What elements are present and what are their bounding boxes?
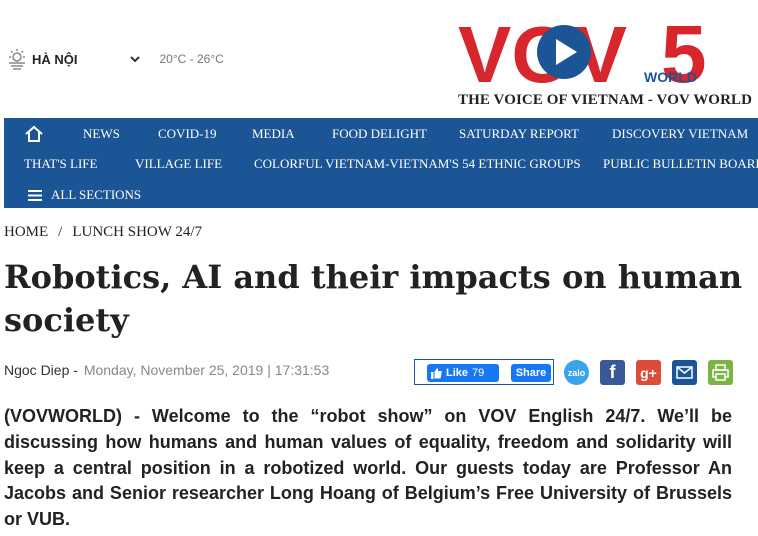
print-icon[interactable] xyxy=(708,360,733,385)
google-label: g+ xyxy=(640,364,657,381)
printer-icon xyxy=(712,364,729,381)
facebook-share-icon[interactable]: f xyxy=(600,360,625,385)
like-count: 79 xyxy=(472,367,485,379)
main-navigation: NEWS COVID-19 MEDIA FOOD DELIGHT SATURDA… xyxy=(4,118,758,208)
facebook-share-button[interactable]: Share xyxy=(511,364,551,382)
breadcrumb: HOME / LUNCH SHOW 24/7 xyxy=(4,224,202,241)
nav-item-discovery-vietnam[interactable]: DISCOVERY VIETNAM xyxy=(612,126,748,142)
nav-item-covid[interactable]: COVID-19 xyxy=(158,126,217,142)
nav-item-food-delight[interactable]: FOOD DELIGHT xyxy=(332,126,427,142)
sun-cloud-icon xyxy=(9,49,25,70)
zalo-label: zalo xyxy=(567,367,586,378)
zalo-share-icon[interactable]: zalo xyxy=(564,360,589,385)
breadcrumb-home[interactable]: HOME xyxy=(4,224,48,240)
nav-item-media[interactable]: MEDIA xyxy=(252,126,295,142)
thumbs-up-icon xyxy=(431,367,442,379)
facebook-label: f xyxy=(609,362,616,382)
article-lead: (VOVWORLD) - Welcome to the “robot show”… xyxy=(4,406,732,530)
weather-temperature: 20°C - 26°C xyxy=(159,52,224,66)
weather-city: HÀ NỘI xyxy=(32,51,78,67)
nav-item-saturday-report[interactable]: SATURDAY REPORT xyxy=(459,126,579,142)
logo-sub: WORLD xyxy=(644,69,697,85)
like-label: Like xyxy=(446,367,469,379)
breadcrumb-separator: / xyxy=(58,224,63,240)
all-sections-button[interactable]: ALL SECTIONS xyxy=(51,187,141,203)
article-date: Monday, November 25, 2019 | 17:31:53 xyxy=(83,362,330,378)
home-icon[interactable] xyxy=(24,124,44,144)
google-plus-share-icon[interactable]: g+ xyxy=(636,360,661,385)
weather-widget[interactable]: HÀ NỘI 20°C - 26°C xyxy=(6,48,224,70)
email-share-icon[interactable] xyxy=(672,360,697,385)
article-author[interactable]: Ngoc Diep - xyxy=(4,362,78,378)
chevron-down-icon[interactable] xyxy=(128,52,142,66)
nav-item-village-life[interactable]: VILLAGE LIFE xyxy=(135,156,222,172)
nav-item-public-bulletin-board[interactable]: PUBLIC BULLETIN BOARD xyxy=(603,156,758,172)
facebook-like-button[interactable]: Like 79 xyxy=(427,364,499,382)
menu-icon[interactable] xyxy=(28,190,42,201)
article-title: Robotics, AI and their impacts on human … xyxy=(4,258,743,339)
envelope-icon xyxy=(676,366,693,379)
nav-item-thats-life[interactable]: THAT'S LIFE xyxy=(24,156,97,172)
nav-item-news[interactable]: NEWS xyxy=(83,126,120,142)
tagline: THE VOICE OF VIETNAM - VOV WORLD xyxy=(458,92,753,108)
header: HÀ NỘI 20°C - 26°C VOV 5 WORLD THE VOICE… xyxy=(0,0,758,118)
facebook-widget: Like 79 Share xyxy=(414,359,554,385)
breadcrumb-section[interactable]: LUNCH SHOW 24/7 xyxy=(72,224,202,240)
logo-number: 5 xyxy=(661,10,707,100)
nav-item-colorful-vietnam[interactable]: COLORFUL VIETNAM-VIETNAM'S 54 ETHNIC GRO… xyxy=(254,156,581,172)
article-meta: Ngoc Diep - Monday, November 25, 2019 | … xyxy=(4,362,329,378)
